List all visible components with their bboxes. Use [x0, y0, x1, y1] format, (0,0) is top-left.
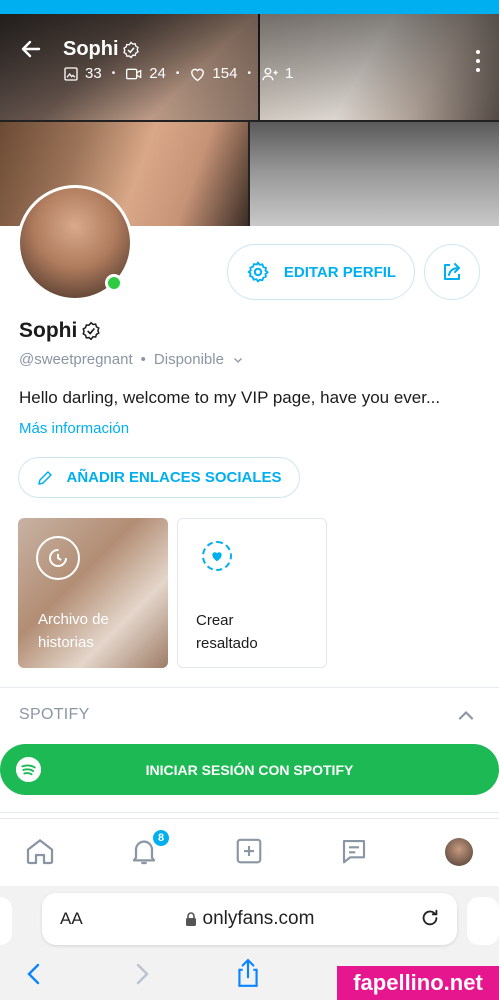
profile-handle: @sweetpregnant — [19, 351, 133, 368]
arrow-left-icon — [21, 40, 41, 58]
add-social-links-button[interactable]: AÑADIR ENLACES SOCIALES — [18, 457, 300, 498]
create-highlight-label-line1: Crear — [196, 612, 234, 629]
header-photo-4 — [250, 122, 499, 226]
share-icon — [444, 263, 460, 280]
url-text: onlyfans.com — [202, 908, 315, 929]
spotify-icon — [16, 757, 41, 782]
stat-fans: 1 — [261, 65, 293, 82]
divider — [0, 812, 499, 813]
previous-tab-pill[interactable] — [0, 897, 12, 945]
browser-forward-button[interactable] — [132, 962, 152, 991]
share-up-icon — [238, 958, 258, 987]
story-archive-label-line1: Archivo de — [38, 611, 109, 628]
edit-profile-button[interactable]: EDITAR PERFIL — [227, 244, 415, 300]
chat-icon — [342, 839, 366, 864]
verified-icon — [82, 321, 100, 341]
profile-name: Sophi — [19, 319, 101, 343]
share-button[interactable] — [424, 244, 480, 300]
reload-icon — [422, 909, 438, 926]
spotify-login-label: INICIAR SESIÓN CON SPOTIFY — [145, 761, 354, 778]
verified-icon — [122, 41, 139, 58]
divider — [0, 687, 499, 688]
profile-bio: Hello darling, welcome to my VIP page, h… — [19, 388, 441, 407]
create-highlight-label: Crear resaltado — [196, 609, 258, 655]
tab-new-post[interactable] — [232, 834, 266, 868]
video-icon — [126, 68, 142, 79]
stat-fans-count: 1 — [284, 65, 294, 82]
stat-videos-count: 24 — [149, 65, 166, 82]
clock-icon — [36, 536, 80, 580]
header-overlay: Sophi 33 • 24 • 154 • 1 — [0, 14, 499, 120]
watermark: fapellino.net — [337, 966, 499, 1000]
more-info-link[interactable]: Más información — [19, 420, 129, 437]
add-social-links-label: AÑADIR ENLACES SOCIALES — [66, 469, 282, 486]
stat-likes-count: 154 — [212, 65, 238, 82]
home-icon — [26, 839, 54, 865]
reload-button[interactable] — [419, 907, 441, 934]
stat-videos: 24 — [125, 65, 166, 82]
edit-profile-label: EDITAR PERFIL — [283, 263, 397, 281]
stat-likes: 154 — [189, 65, 237, 82]
heart-icon — [191, 68, 205, 81]
header-name: Sophi — [63, 38, 140, 61]
back-button[interactable] — [16, 34, 46, 64]
create-highlight-label-line2: resaltado — [196, 635, 258, 652]
address-bar[interactable]: AA onlyfans.com — [42, 893, 457, 945]
stat-photos: 33 — [63, 65, 102, 82]
create-highlight-card[interactable]: Crear resaltado — [177, 518, 327, 668]
notifications-badge: 8 — [152, 829, 170, 847]
browser-share-button[interactable] — [235, 958, 261, 993]
stat-photos-count: 33 — [85, 65, 102, 82]
next-tab-pill[interactable] — [467, 897, 499, 945]
gear-icon — [247, 261, 269, 283]
availability-status[interactable]: Disponible — [154, 351, 224, 368]
chevron-left-icon — [27, 963, 40, 985]
separator-dot: • — [175, 68, 180, 79]
profile-name-text: Sophi — [19, 319, 78, 342]
chevron-down-icon — [234, 357, 242, 363]
chevron-right-icon — [136, 963, 149, 985]
spotify-login-button[interactable]: INICIAR SESIÓN CON SPOTIFY — [0, 744, 499, 795]
header-name-text: Sophi — [63, 38, 119, 60]
chevron-up-icon[interactable] — [456, 707, 476, 728]
browser-back-button[interactable] — [24, 962, 44, 991]
image-icon — [64, 66, 78, 81]
tab-home[interactable] — [23, 834, 57, 868]
tab-profile-avatar[interactable] — [445, 838, 473, 866]
url-display: onlyfans.com — [42, 908, 457, 930]
plus-square-icon — [236, 838, 262, 864]
story-archive-card[interactable]: Archivo de historias — [18, 518, 168, 668]
more-options-button[interactable] — [475, 50, 481, 72]
pencil-icon — [38, 470, 53, 485]
top-accent-bar — [0, 0, 499, 14]
lock-icon — [185, 912, 196, 926]
user-plus-icon — [262, 67, 278, 80]
separator-dot: • — [140, 351, 146, 368]
online-indicator — [105, 274, 123, 292]
separator-dot: • — [111, 68, 116, 79]
spotify-section-title: SPOTIFY — [19, 706, 90, 723]
story-archive-label: Archivo de historias — [38, 608, 109, 654]
separator-dot: • — [247, 68, 251, 79]
heart-circle-icon — [202, 541, 232, 571]
tab-messages[interactable] — [337, 834, 371, 868]
header-stats: 33 • 24 • 154 • 1 — [63, 65, 293, 82]
handle-row: @sweetpregnant • Disponible — [19, 351, 244, 368]
story-archive-label-line2: historias — [38, 634, 94, 651]
